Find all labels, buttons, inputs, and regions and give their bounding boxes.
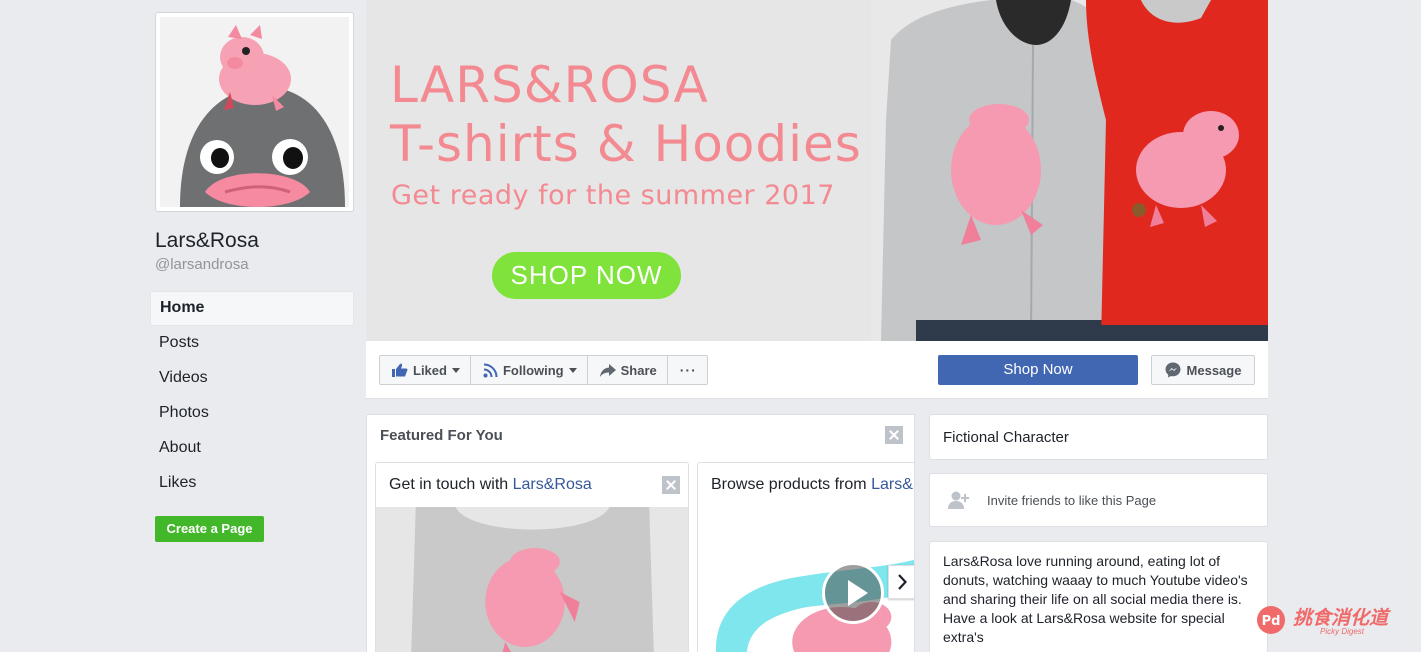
message-button[interactable]: Message <box>1151 355 1255 385</box>
chevron-right-icon <box>898 574 907 590</box>
message-label: Message <box>1186 362 1242 378</box>
featured-card-products[interactable]: Browse products from Lars&Rosa <box>697 462 914 652</box>
share-button[interactable]: Share <box>588 356 668 384</box>
create-page-button[interactable]: Create a Page <box>155 516 264 542</box>
watermark-subtext: Picky Digest <box>1320 627 1365 636</box>
liked-button[interactable]: Liked <box>380 356 471 384</box>
watermark-logo-icon: Pd <box>1257 606 1285 634</box>
messenger-icon <box>1165 362 1181 378</box>
featured-card-contact[interactable]: Get in touch with Lars&Rosa <box>375 462 689 652</box>
invite-friends-button[interactable]: Invite friends to like this Page <box>929 473 1268 527</box>
chevron-down-icon <box>451 367 460 373</box>
shop-now-button[interactable]: Shop Now <box>938 355 1138 385</box>
add-friend-icon <box>948 491 969 509</box>
page-link[interactable]: Lars&Rosa <box>871 476 914 493</box>
watermark-logo-text: Pd <box>1262 614 1281 629</box>
cover-title-line1: LARS&ROSA <box>390 56 709 114</box>
cover-subtitle: Get ready for the summer 2017 <box>391 180 835 211</box>
next-arrow-button[interactable] <box>888 565 914 599</box>
invite-friends-label: Invite friends to like this Page <box>987 492 1157 508</box>
close-icon[interactable] <box>885 426 903 444</box>
nav-item-posts[interactable]: Posts <box>150 326 354 361</box>
share-label: Share <box>620 362 657 378</box>
nav-item-videos[interactable]: Videos <box>150 361 354 396</box>
page-handle[interactable]: @larsandrosa <box>155 256 249 273</box>
play-video-icon[interactable] <box>822 562 884 624</box>
nav-item-likes[interactable]: Likes <box>150 466 354 501</box>
cover-photo[interactable]: LARS&ROSA T-shirts & Hoodies Get ready f… <box>366 0 1268 341</box>
thumbs-up-icon <box>392 363 408 377</box>
product-video-thumbnail <box>698 507 914 652</box>
page-name[interactable]: Lars&Rosa <box>155 229 259 253</box>
watermark-text: 挑食消化道 <box>1293 607 1389 629</box>
nav-item-home[interactable]: Home <box>150 291 354 326</box>
cover-title-line2: T-shirts & Hoodies <box>390 115 862 173</box>
card-heading-text: Get in touch with <box>389 476 513 493</box>
profile-pig-mole-image <box>160 17 349 207</box>
rss-feed-icon <box>483 363 498 377</box>
profile-picture[interactable] <box>155 12 354 212</box>
featured-title: Featured For You <box>380 427 503 444</box>
cover-shirts-image <box>871 0 1268 341</box>
liked-label: Liked <box>413 362 447 378</box>
cover-shop-now-button[interactable]: SHOP NOW <box>492 252 681 299</box>
card-heading: Browse products from Lars&Rosa <box>711 476 914 494</box>
close-icon[interactable] <box>662 476 680 494</box>
following-button[interactable]: Following <box>471 356 588 384</box>
card-heading-text: Browse products from <box>711 476 872 493</box>
tank-top-product-image <box>376 507 688 652</box>
page-link[interactable]: Lars&Rosa <box>513 476 592 493</box>
more-dots-icon: ··· <box>679 362 697 378</box>
page-action-group: Liked Following Share ··· <box>379 355 708 385</box>
share-arrow-icon <box>599 363 616 377</box>
picky-digest-watermark: Pd 挑食消化道 Picky Digest <box>1256 603 1406 641</box>
page-nav: Home Posts Videos Photos About Likes <box>150 291 354 501</box>
featured-for-you-panel: Featured For You Get in touch with Lars&… <box>366 414 915 652</box>
page-category[interactable]: Fictional Character <box>943 429 1069 446</box>
about-description: Lars&Rosa love running around, eating lo… <box>943 553 1248 645</box>
following-label: Following <box>502 362 564 378</box>
nav-item-photos[interactable]: Photos <box>150 396 354 431</box>
card-heading: Get in touch with Lars&Rosa <box>389 476 592 494</box>
about-box: Lars&Rosa love running around, eating lo… <box>929 541 1268 652</box>
chevron-down-icon <box>568 367 577 373</box>
nav-item-about[interactable]: About <box>150 431 354 466</box>
page-category-box: Fictional Character <box>929 414 1268 460</box>
page-action-bar: Liked Following Share ··· Shop Now Messa… <box>366 341 1268 399</box>
more-options-button[interactable]: ··· <box>668 356 707 384</box>
